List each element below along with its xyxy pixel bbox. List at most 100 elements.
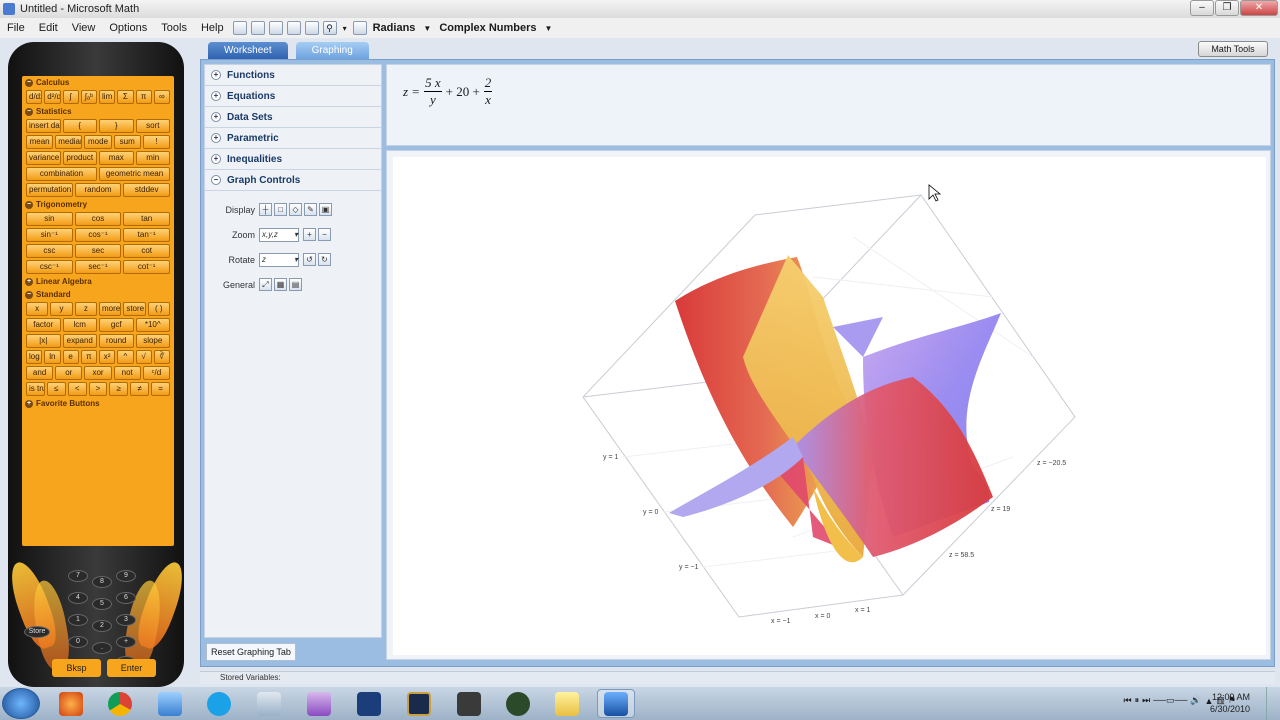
- graph-canvas[interactable]: y = 1 y = 0 y = −1 x = −1 x = 0 x = 1 z = −20.…: [393, 157, 1266, 655]
- sin-button[interactable]: sin⁻¹: [26, 228, 73, 242]
- angle-mode-arrow-icon[interactable]: ▼: [419, 24, 435, 33]
- enter-key[interactable]: Enter: [107, 659, 156, 677]
- symbol-button[interactable]: √: [135, 350, 152, 364]
- volume-slider[interactable]: ──▭──: [1153, 695, 1187, 706]
- print-icon[interactable]: [304, 21, 319, 35]
- is-true-button[interactable]: is true: [26, 382, 45, 396]
- and-button[interactable]: and: [26, 366, 54, 380]
- minimize-button[interactable]: –: [1190, 0, 1214, 16]
- tab-worksheet[interactable]: Worksheet: [208, 42, 288, 59]
- explorer-app[interactable]: [548, 689, 586, 718]
- calc-button[interactable]: Σ: [117, 90, 134, 104]
- csc-button[interactable]: csc⁻¹: [26, 260, 73, 274]
- sec-button[interactable]: sec: [74, 244, 122, 258]
- panel-graph-controls[interactable]: − Graph Controls: [205, 170, 381, 191]
- calculator-toggle-icon[interactable]: [352, 21, 367, 35]
- x-button[interactable]: |x|: [26, 334, 61, 348]
- mean-button[interactable]: mean: [26, 135, 54, 149]
- panel-functions[interactable]: + Functions: [205, 65, 381, 86]
- fit-icon[interactable]: ▣: [319, 203, 332, 216]
- zoom-icon[interactable]: ⚲: [322, 21, 337, 35]
- backspace-key[interactable]: Bksp: [52, 659, 101, 677]
- section-trigonometry[interactable]: − Trigonometry: [22, 198, 174, 211]
- maximize-button[interactable]: ❐: [1215, 0, 1239, 16]
- symbol-button[interactable]: ( ): [147, 302, 170, 316]
- clock[interactable]: 12:09 AM 6/30/2010: [1210, 691, 1250, 715]
- sin-button[interactable]: sin: [26, 212, 73, 226]
- permutation-button[interactable]: permutation: [26, 183, 73, 197]
- panel-data-sets[interactable]: + Data Sets: [205, 107, 381, 128]
- variance-button[interactable]: variance: [26, 151, 61, 165]
- ln-button[interactable]: ln: [44, 350, 61, 364]
- min-button[interactable]: min: [135, 151, 170, 165]
- rotate-left-icon[interactable]: ↺: [303, 253, 316, 266]
- save-graph-icon[interactable]: ▤: [289, 278, 302, 291]
- zoom-axis-select[interactable]: x,y,z ▾: [259, 227, 299, 242]
- cos-button[interactable]: cos⁻¹: [74, 228, 122, 242]
- key-store[interactable]: Store: [24, 626, 50, 638]
- menu-help[interactable]: Help: [194, 22, 231, 34]
- grid-icon[interactable]: ▦: [274, 278, 287, 291]
- calculator-app[interactable]: [250, 689, 288, 718]
- media-next-icon[interactable]: ⏭: [1142, 695, 1150, 706]
- open-icon[interactable]: [250, 21, 265, 35]
- angle-mode-dropdown[interactable]: Radians: [369, 22, 420, 34]
- chrome-app[interactable]: [101, 689, 139, 718]
- onenote-app[interactable]: [300, 689, 338, 718]
- section-favorite-buttons[interactable]: + Favorite Buttons: [22, 397, 174, 410]
- section-standard[interactable]: − Standard: [22, 288, 174, 301]
- product-button[interactable]: product: [62, 151, 97, 165]
- sum-button[interactable]: sum: [113, 135, 141, 149]
- trace-icon[interactable]: ⤢: [259, 278, 272, 291]
- calc-button[interactable]: π: [135, 90, 152, 104]
- league-app[interactable]: [400, 689, 438, 718]
- section-linear-algebra[interactable]: + Linear Algebra: [22, 275, 174, 288]
- firefox-app[interactable]: [52, 689, 90, 718]
- itunes-app[interactable]: [151, 689, 189, 718]
- key-0[interactable]: 0: [68, 636, 88, 648]
- csc-button[interactable]: csc: [26, 244, 73, 258]
- d-button[interactable]: ᶜ/d: [142, 366, 171, 380]
- calc-button[interactable]: lim: [99, 90, 116, 104]
- hon-app[interactable]: [499, 689, 537, 718]
- key-7[interactable]: 7: [68, 570, 88, 582]
- x-button[interactable]: x: [26, 302, 49, 316]
- symbol-button[interactable]: ∛: [153, 350, 170, 364]
- xor-button[interactable]: xor: [84, 366, 112, 380]
- expand-button[interactable]: expand: [62, 334, 97, 348]
- factor-button[interactable]: factor: [26, 318, 61, 332]
- symbol-button[interactable]: >: [88, 382, 108, 396]
- key-symbol[interactable]: .: [92, 642, 112, 654]
- key-6[interactable]: 6: [116, 592, 136, 604]
- zoom-out-icon[interactable]: −: [318, 228, 331, 241]
- z-button[interactable]: z: [74, 302, 97, 316]
- lcm-button[interactable]: lcm: [62, 318, 97, 332]
- cos-button[interactable]: cos: [74, 212, 122, 226]
- combination-button[interactable]: combination: [26, 167, 97, 181]
- skype-app[interactable]: [200, 689, 238, 718]
- sort-button[interactable]: sort: [135, 119, 170, 133]
- stored-variables-bar[interactable]: Stored Variables:: [200, 671, 1275, 684]
- new-icon[interactable]: [232, 21, 247, 35]
- show-desktop-button[interactable]: [1266, 687, 1280, 720]
- media-prev-icon[interactable]: ⏮: [1124, 695, 1132, 706]
- menu-tools[interactable]: Tools: [154, 22, 194, 34]
- photoshop-app[interactable]: [350, 689, 388, 718]
- symbol-button[interactable]: =: [151, 382, 171, 396]
- stddev-button[interactable]: stddev: [123, 183, 171, 197]
- reset-graphing-tab-button[interactable]: Reset Graphing Tab: [206, 643, 296, 661]
- start-button[interactable]: [2, 688, 40, 719]
- menu-options[interactable]: Options: [102, 22, 154, 34]
- key-symbol[interactable]: +: [116, 636, 136, 648]
- mode-button[interactable]: mode: [84, 135, 112, 149]
- menu-view[interactable]: View: [65, 22, 103, 34]
- key-8[interactable]: 8: [92, 576, 112, 588]
- calc-button[interactable]: d²/dx²: [44, 90, 61, 104]
- close-button[interactable]: ✕: [1240, 0, 1278, 16]
- microsoft-math-app[interactable]: [597, 689, 635, 718]
- media-pause-icon[interactable]: ⏸: [1135, 695, 1140, 706]
- symbol-button[interactable]: !: [142, 135, 171, 149]
- menu-file[interactable]: File: [0, 22, 32, 34]
- zoom-dropdown-icon[interactable]: ▾: [339, 24, 351, 33]
- x-button[interactable]: x²: [99, 350, 116, 364]
